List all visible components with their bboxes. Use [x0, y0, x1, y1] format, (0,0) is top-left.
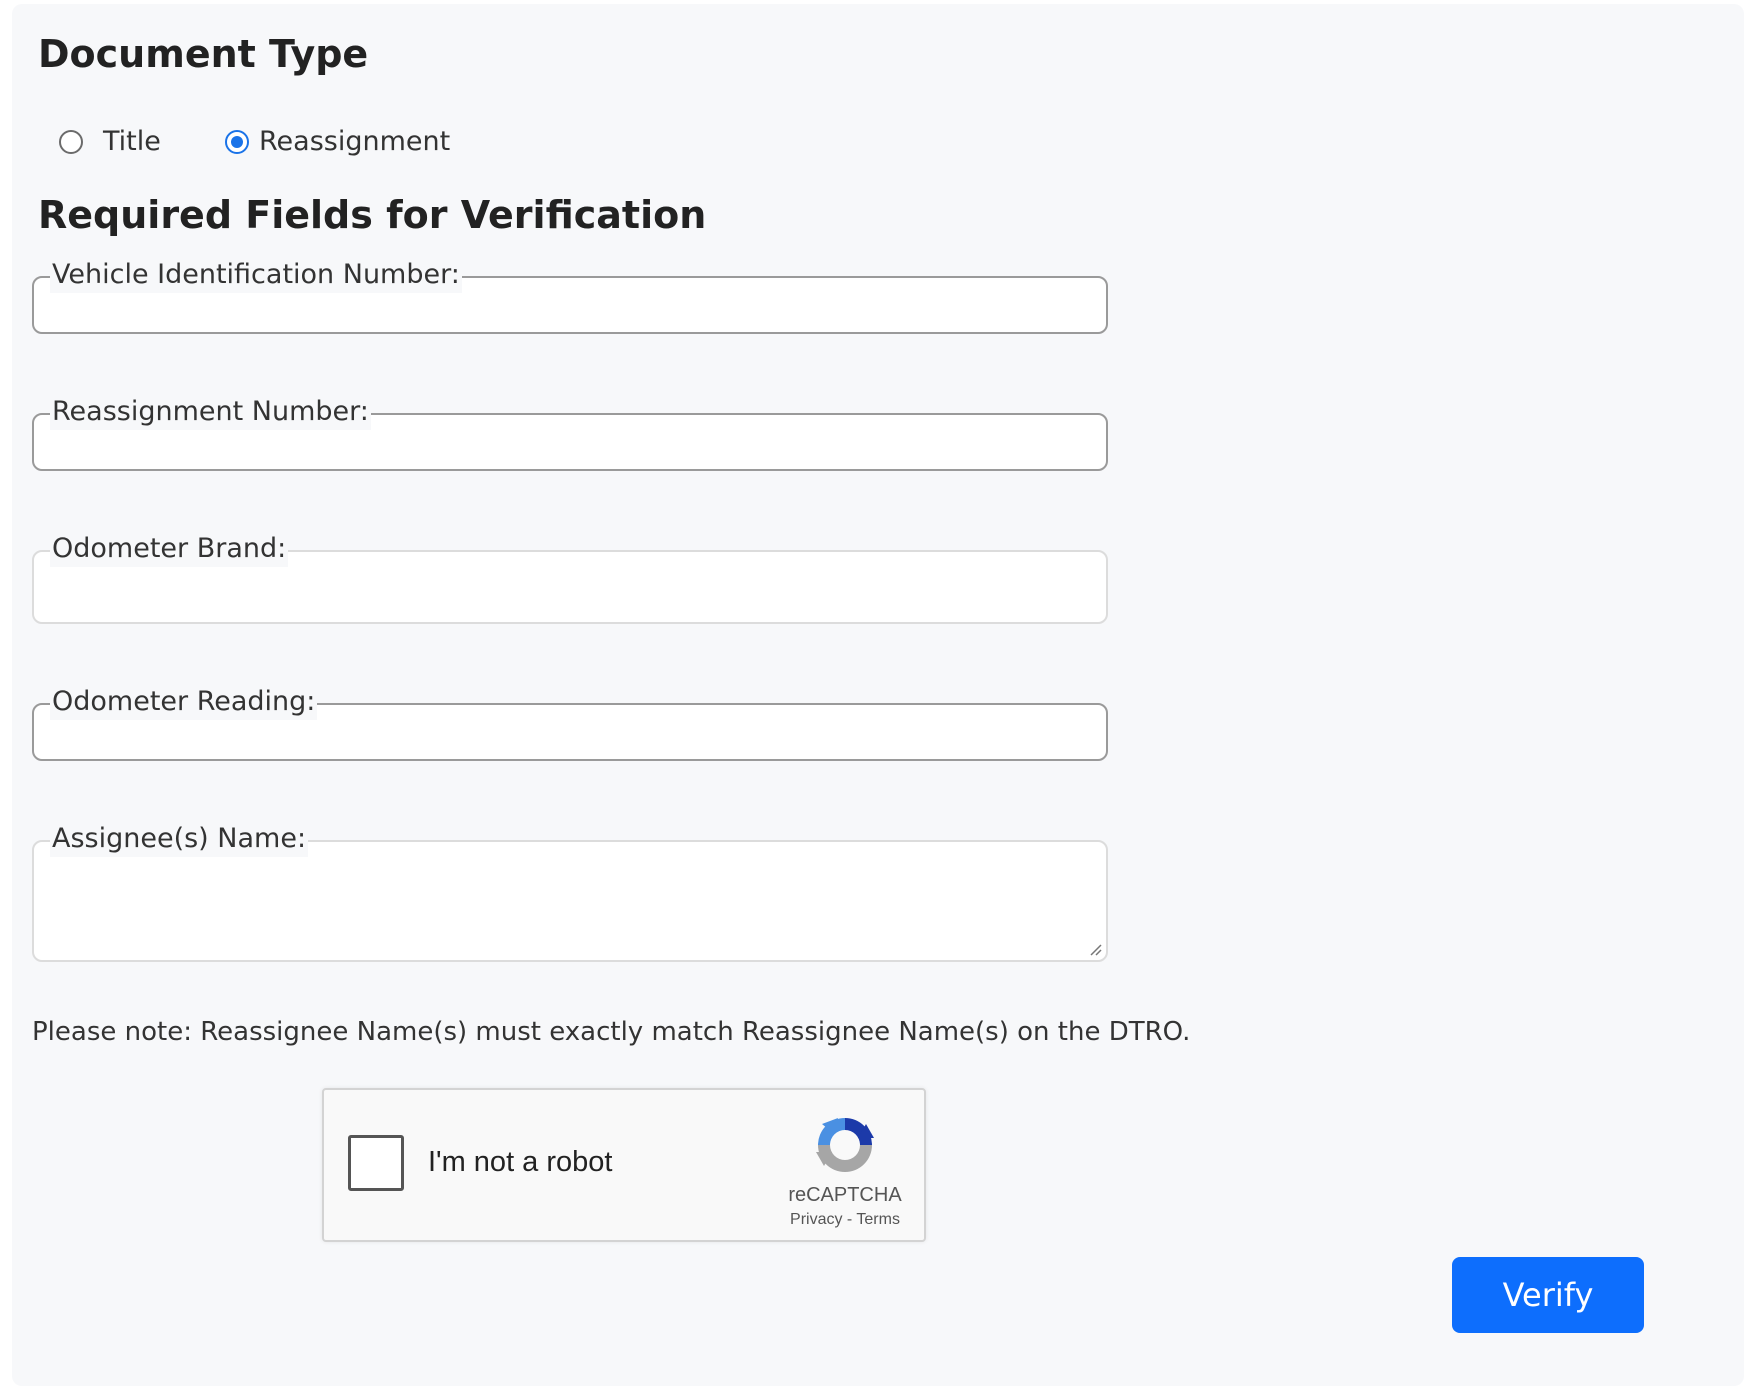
verification-form-panel: Document Type Title Reassignment Require…: [12, 4, 1744, 1386]
assignee-name-label: Assignee(s) Name:: [50, 821, 309, 857]
odometer-reading-label: Odometer Reading:: [50, 684, 318, 720]
recaptcha-links: Privacy - Terms: [776, 1211, 914, 1229]
recaptcha-brand: reCAPTCHA: [788, 1184, 902, 1206]
required-fields-heading: Required Fields for Verification: [38, 193, 707, 237]
recaptcha-checkbox-label: I'm not a robot: [428, 1146, 613, 1178]
recaptcha-widget: I'm not a robot reCAPTCHA Privacy - Term…: [322, 1088, 926, 1242]
vin-label: Vehicle Identification Number:: [50, 257, 462, 293]
recaptcha-terms-link[interactable]: Terms: [856, 1211, 900, 1228]
radio-label-reassignment: Reassignment: [259, 126, 451, 157]
assignee-name-textarea[interactable]: [34, 842, 1106, 960]
recaptcha-link-separator: -: [842, 1211, 857, 1228]
verify-button[interactable]: Verify: [1452, 1257, 1644, 1333]
resize-grip-icon[interactable]: [1088, 942, 1102, 956]
radio-option-reassignment[interactable]: Reassignment: [225, 126, 450, 157]
recaptcha-privacy-link[interactable]: Privacy: [790, 1211, 842, 1228]
odometer-brand-label: Odometer Brand:: [50, 531, 289, 567]
radio-option-title[interactable]: Title: [59, 126, 161, 157]
recaptcha-logo-icon: [816, 1118, 874, 1172]
radio-button-reassignment[interactable]: [225, 129, 249, 154]
recaptcha-checkbox[interactable]: [348, 1135, 404, 1191]
document-type-heading: Document Type: [38, 32, 369, 76]
name-match-note: Please note: Reassignee Name(s) must exa…: [32, 1017, 1191, 1047]
radio-label-title: Title: [103, 126, 161, 157]
reassignment-number-label: Reassignment Number:: [50, 394, 371, 430]
radio-button-title[interactable]: [59, 129, 83, 154]
assignee-name-field[interactable]: [32, 840, 1108, 962]
